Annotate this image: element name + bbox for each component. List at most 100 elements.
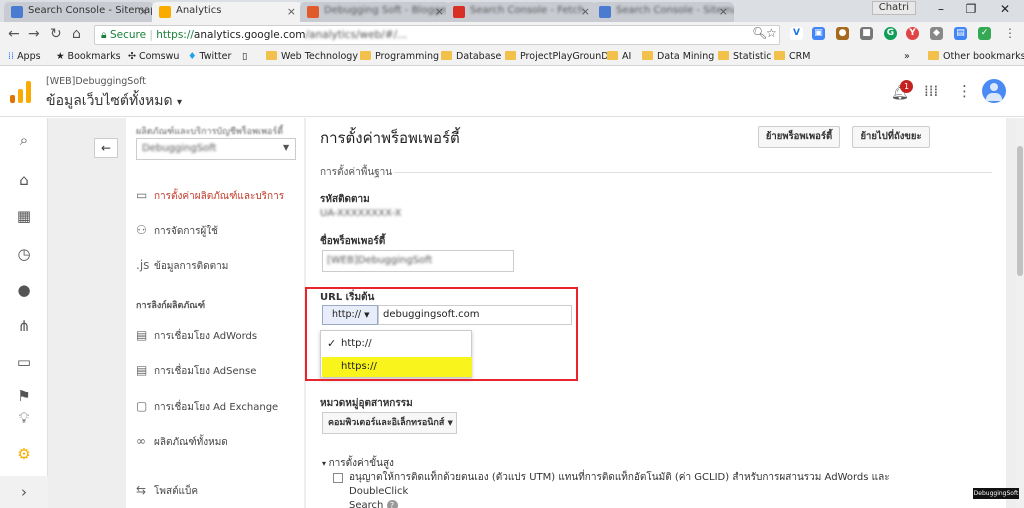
property-column-selector[interactable]: DebuggingSoft ▼ <box>136 138 296 160</box>
apps-grid-icon[interactable]: ⁞⁞⁞ <box>924 82 938 100</box>
extension-puzzle-icon[interactable]: ◆ <box>930 27 943 40</box>
bookmark-web-technology[interactable]: Web Technology <box>266 51 358 62</box>
account-name[interactable]: [WEB]DebuggingSoft <box>46 76 146 87</box>
close-tab-icon[interactable]: × <box>139 5 148 18</box>
nav-item-tracking-info[interactable]: .js ข้อมูลการติดตาม <box>136 258 228 274</box>
scrollbar[interactable] <box>1016 118 1024 508</box>
browser-tab-analytics[interactable]: Analytics × <box>152 2 302 22</box>
reload-icon[interactable]: ↻ <box>50 26 62 42</box>
move-property-button[interactable]: ย้ายพร็อพเพอร์ตี้ <box>758 126 840 148</box>
forward-icon[interactable]: → <box>28 26 40 42</box>
extension-brown-icon[interactable]: ● <box>836 27 849 40</box>
help-question-icon[interactable]: ? <box>386 500 398 508</box>
flag-icon[interactable]: ⚑ <box>14 386 34 406</box>
avatar[interactable] <box>982 79 1006 103</box>
nav-item-label: โพสต์แบ็ค <box>154 486 199 497</box>
extension-docs-icon[interactable]: ▤ <box>954 27 967 40</box>
tab-title: Search Console - Sitemap <box>28 5 154 16</box>
zoom-icon[interactable]: 🔍︎ <box>752 26 767 40</box>
address-bar[interactable]: 🔒︎ Secure | https://analytics.google.com… <box>94 25 780 45</box>
profile-name[interactable]: Chatri <box>871 1 916 15</box>
chrome-menu-icon[interactable]: ⋮ <box>1004 26 1016 40</box>
more-vert-icon[interactable]: ⋮ <box>957 82 972 100</box>
acquisition-icon[interactable]: ⋔ <box>14 316 34 336</box>
manual-tagging-checkbox[interactable] <box>333 473 343 483</box>
bookmark-twitter[interactable]: ♦ Twitter <box>188 51 231 62</box>
bookmark-data-mining[interactable]: Data Mining <box>642 51 714 62</box>
close-tab-icon[interactable]: × <box>287 5 296 18</box>
extension-grammarly-icon[interactable]: G <box>884 27 897 40</box>
search-icon[interactable]: ⌕ <box>14 130 34 150</box>
browser-tab-debugging[interactable]: Debugging Soft - Blogger × <box>300 2 450 22</box>
property-name-input[interactable]: [WEB]DebuggingSoft <box>322 250 514 272</box>
bookmark-projectplayground[interactable]: ProjectPlayGrounD <box>505 51 609 62</box>
bookmark-ai[interactable]: AI <box>607 51 631 62</box>
adwords-icon: ▤ <box>136 328 148 342</box>
clock-icon[interactable]: ◷ <box>14 244 34 264</box>
extension-v-icon[interactable]: V <box>790 27 803 40</box>
js-icon: .js <box>136 258 150 272</box>
extension-blue-icon[interactable]: ▣ <box>812 27 825 40</box>
industry-category-label: หมวดหมู่อุตสาหกรรม <box>320 398 413 409</box>
extension-red-icon[interactable]: Y <box>906 27 919 40</box>
people-icon: ⚇ <box>136 223 147 237</box>
folder-icon <box>718 51 729 60</box>
folder-icon <box>928 51 939 60</box>
nav-item-adsense-linking[interactable]: ▤ การเชื่อมโยง AdSense <box>136 363 256 379</box>
bookmark-apps[interactable]: ⁞⁞ Apps <box>8 51 41 62</box>
property-name: ข้อมูลเว็บไซต์ทั้งหมด <box>46 93 173 109</box>
star-icon[interactable]: ☆ <box>766 26 777 40</box>
browser-tab-fetch[interactable]: Search Console - Fetch × <box>446 2 596 22</box>
move-to-trash-button[interactable]: ย้ายไปที่ถังขยะ <box>852 126 930 148</box>
nav-item-all-products[interactable]: ∞ ผลิตภัณฑ์ทั้งหมด <box>136 434 228 450</box>
home-icon[interactable]: ⌂ <box>14 170 34 190</box>
close-tab-icon[interactable]: × <box>719 5 728 18</box>
person-icon[interactable]: ● <box>14 280 34 300</box>
extension-gray-icon[interactable]: ■ <box>860 27 873 40</box>
nav-item-postbacks[interactable]: ⇆ โพสต์แบ็ค <box>136 483 198 499</box>
home-icon[interactable]: ⌂ <box>72 26 81 42</box>
bookmark-other[interactable]: Other bookmarks <box>928 51 1024 62</box>
close-tab-icon[interactable]: × <box>581 5 590 18</box>
nav-item-label: การเชื่อมโยง Ad Exchange <box>154 402 279 413</box>
bookmark-bookmarks[interactable]: ★ Bookmarks <box>56 51 121 62</box>
bookmark-comswu[interactable]: ✣ Comswu <box>128 51 179 62</box>
behavior-icon[interactable]: ▭ <box>14 352 34 372</box>
selector-value: DebuggingSoft <box>142 143 217 154</box>
nav-item-user-management[interactable]: ⚇ การจัดการผู้ใช้ <box>136 223 218 239</box>
expand-rail[interactable]: › <box>0 476 48 508</box>
more-bookmarks-icon[interactable]: » <box>904 51 910 62</box>
page-icon: ▯ <box>242 51 248 62</box>
minimize-icon[interactable]: – <box>926 2 956 16</box>
lightbulb-icon[interactable]: 💡︎ <box>14 408 34 428</box>
nav-item-property-settings[interactable]: ▭ การตั้งค่าผลิตภัณฑ์และบริการ <box>136 188 284 204</box>
tab-title: Debugging Soft - Blogger <box>324 5 450 16</box>
maximize-icon[interactable]: ❐ <box>956 2 986 16</box>
back-icon[interactable]: ← <box>8 26 20 42</box>
nav-item-adwords-linking[interactable]: ▤ การเชื่อมโยง AdWords <box>136 328 257 344</box>
bookmark-page[interactable]: ▯ <box>242 51 247 62</box>
close-window-icon[interactable]: ✕ <box>990 2 1020 16</box>
back-button[interactable]: ← <box>94 138 118 158</box>
nav-item-adexchange-linking[interactable]: ▢ การเชื่อมโยง Ad Exchange <box>136 399 278 415</box>
tab-strip: Search Console - Sitemap × Analytics × D… <box>0 0 1024 22</box>
bookmark-label: Database <box>456 51 502 62</box>
url-path: /analytics/web/#/... <box>305 29 408 41</box>
nav-item-label: ข้อมูลการติดตาม <box>154 261 229 272</box>
browser-tab-search-console[interactable]: Search Console - Sitemap × <box>4 2 154 22</box>
bookmark-programming[interactable]: Programming <box>360 51 439 62</box>
dashboard-icon[interactable]: ▦ <box>14 206 34 226</box>
close-tab-icon[interactable]: × <box>435 5 444 18</box>
admin-gear-icon[interactable]: ⚙ <box>14 444 34 464</box>
advanced-settings-toggle[interactable]: ▾ การตั้งค่าขั้นสูง <box>322 456 394 471</box>
bookmark-crm[interactable]: CRM <box>774 51 810 62</box>
browser-tab-sitemap[interactable]: Search Console - Sitemap × <box>592 2 734 22</box>
bookmark-database[interactable]: Database <box>441 51 501 62</box>
extension-green-icon[interactable]: ✓ <box>978 27 991 40</box>
bookmark-label: Bookmarks <box>67 51 121 62</box>
watermark-logo: DebuggingSoft <box>973 488 1019 499</box>
industry-category-select[interactable]: คอมพิวเตอร์และอิเล็กทรอนิกส์ ▼ <box>322 412 457 434</box>
scrollbar-thumb[interactable] <box>1017 146 1023 276</box>
property-selector[interactable]: ข้อมูลเว็บไซต์ทั้งหมด ▾ <box>46 90 182 112</box>
bookmark-statistic[interactable]: Statistic <box>718 51 771 62</box>
